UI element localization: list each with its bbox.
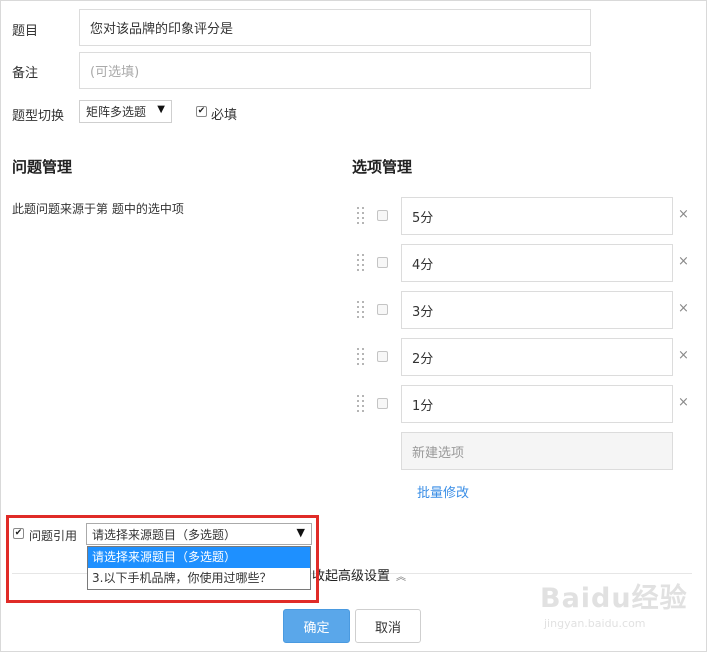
drag-handle-icon[interactable]: [357, 301, 365, 319]
drag-handle-icon[interactable]: [357, 395, 365, 413]
drag-handle-icon[interactable]: [357, 348, 365, 366]
option-input[interactable]: 2分: [401, 338, 673, 376]
option-checkbox[interactable]: [377, 257, 388, 268]
remove-option-icon[interactable]: ×: [678, 207, 689, 222]
caret-down-icon: ▼: [157, 104, 165, 115]
remove-option-icon[interactable]: ×: [678, 301, 689, 316]
option-input[interactable]: 1分: [401, 385, 673, 423]
type-label: 题型切换: [12, 109, 65, 124]
confirm-button[interactable]: 确定: [283, 609, 350, 643]
question-management-heading: 问题管理: [12, 158, 73, 176]
chevron-up-icon: ︽: [396, 572, 407, 583]
title-label: 题目: [12, 24, 39, 39]
remove-option-icon[interactable]: ×: [678, 348, 689, 363]
question-type-select[interactable]: 矩阵多选题 ▼: [79, 100, 172, 123]
option-input[interactable]: 5分: [401, 197, 673, 235]
toggle-advanced-settings[interactable]: 收起高级设置 ︽: [312, 565, 406, 584]
drag-handle-icon[interactable]: [357, 254, 365, 272]
note-input[interactable]: (可选填): [79, 52, 591, 89]
remove-option-icon[interactable]: ×: [678, 254, 689, 269]
required-checkbox[interactable]: ✔: [196, 106, 207, 117]
note-label: 备注: [12, 66, 39, 81]
baidu-watermark: Baidu经验 jingyan.baidu.com: [540, 572, 700, 642]
option-input[interactable]: 4分: [401, 244, 673, 282]
option-checkbox[interactable]: [377, 351, 388, 362]
annotation-highlight-box: [6, 515, 319, 603]
advanced-settings-label: 收起高级设置: [312, 569, 391, 584]
cancel-button[interactable]: 取消: [355, 609, 421, 643]
question-type-value: 矩阵多选题: [86, 105, 147, 119]
remove-option-icon[interactable]: ×: [678, 395, 689, 410]
title-input[interactable]: 您对该品牌的印象评分是: [79, 9, 591, 46]
question-source-text: 此题问题来源于第 题中的选中项: [12, 202, 184, 216]
option-management-heading: 选项管理: [352, 158, 413, 176]
watermark-logo-text: Baidu经验: [540, 583, 688, 614]
watermark-url: jingyan.baidu.com: [544, 617, 646, 630]
drag-handle-icon[interactable]: [357, 207, 365, 225]
bulk-edit-link[interactable]: 批量修改: [417, 482, 469, 501]
option-checkbox[interactable]: [377, 304, 388, 315]
option-input[interactable]: 3分: [401, 291, 673, 329]
new-option-input[interactable]: 新建选项: [401, 432, 673, 470]
option-checkbox[interactable]: [377, 398, 388, 409]
required-label: 必填: [211, 108, 238, 123]
option-checkbox[interactable]: [377, 210, 388, 221]
